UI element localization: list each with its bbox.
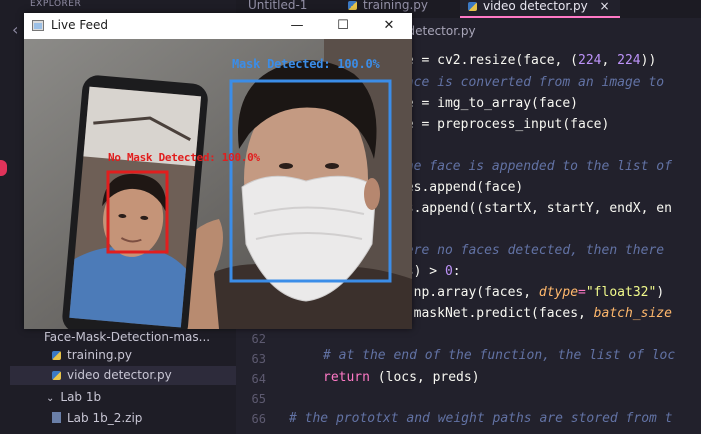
- line-number: 66: [251, 412, 266, 426]
- python-file-icon: [52, 371, 61, 380]
- collapse-icon[interactable]: ‹: [12, 20, 18, 39]
- code-line[interactable]: # at the end of the function, the list o…: [323, 348, 675, 363]
- tree-item-label: Lab 1b: [60, 390, 102, 404]
- code-line[interactable]: the face is appended to the list of: [398, 159, 672, 174]
- code-line[interactable]: ce = preprocess_input(face): [398, 117, 609, 132]
- code-line[interactable]: # the prototxt and weight paths are stor…: [289, 411, 673, 426]
- mask-detected-label: Mask Detected: 100.0%: [232, 57, 380, 71]
- code-line[interactable]: ces.append(face): [398, 180, 523, 195]
- code-line[interactable]: were no faces detected, then there: [398, 243, 664, 258]
- tree-item-label: training.py: [67, 348, 133, 362]
- chevron-down-icon: ⌄: [46, 393, 55, 404]
- python-file-icon: [468, 2, 477, 11]
- no-mask-detected-label: No Mask Detected: 100.0%: [108, 151, 260, 164]
- camera-frame: Mask Detected: 100.0% No Mask Detected: …: [24, 39, 412, 329]
- close-tab-icon[interactable]: ×: [600, 0, 610, 13]
- python-file-icon: [52, 351, 61, 360]
- tree-item-label: Lab 1b_2.zip: [67, 411, 143, 425]
- camera-image: [24, 39, 412, 329]
- line-number: 64: [251, 372, 266, 386]
- code-line[interactable]: ce = cv2.resize(face, (224, 224)): [398, 53, 656, 68]
- line-number: 65: [251, 392, 266, 406]
- tab-label: Untitled-1: [248, 0, 308, 12]
- code-line[interactable]: = np.array(faces, dtype="float32"): [398, 285, 664, 300]
- notification-marker: [0, 160, 7, 176]
- python-file-icon: [348, 1, 357, 10]
- tree-file-lab1b-zip[interactable]: Lab 1b_2.zip: [52, 411, 142, 425]
- tree-file-video-detector[interactable]: video detector.py: [10, 366, 236, 385]
- close-window-button[interactable]: ✕: [366, 13, 412, 39]
- person-ear: [364, 178, 380, 210]
- code-line[interactable]: face is converted from an image to: [398, 75, 664, 90]
- zip-file-icon: [52, 412, 61, 423]
- tree-item-label: video detector.py: [67, 368, 172, 382]
- person-eye: [279, 163, 293, 169]
- tab-video-detector[interactable]: video detector.py ×: [460, 0, 620, 18]
- tree-folder-lab1b[interactable]: ⌄ Lab 1b: [46, 390, 101, 404]
- live-feed-title: Live Feed: [51, 18, 108, 32]
- code-line[interactable]: ce = img_to_array(face): [398, 96, 578, 111]
- code-line[interactable]: cs.append((startX, startY, endX, en: [398, 201, 672, 216]
- live-feed-titlebar[interactable]: Live Feed — ☐ ✕: [24, 13, 412, 39]
- person-eye: [325, 163, 339, 169]
- line-number: 62: [251, 332, 266, 346]
- minimize-button[interactable]: —: [274, 13, 320, 39]
- line-number: 63: [251, 352, 266, 366]
- tab-label: training.py: [363, 0, 429, 12]
- code-line[interactable]: return (locs, preds): [323, 370, 480, 385]
- tab-label: video detector.py: [483, 0, 588, 13]
- tree-item-label: Face-Mask-Detection-mas...: [44, 330, 211, 344]
- tree-folder-face-mask[interactable]: Face-Mask-Detection-mas...: [44, 330, 210, 344]
- explorer-title: EXPLORER: [30, 0, 82, 9]
- code-line[interactable]: = maskNet.predict(faces, batch_size: [398, 306, 672, 321]
- maximize-button[interactable]: ☐: [320, 13, 366, 39]
- live-feed-window[interactable]: Live Feed — ☐ ✕ Mask Detected: 100.0% No…: [24, 13, 412, 329]
- tree-file-training[interactable]: training.py: [52, 348, 132, 362]
- phone: [62, 75, 208, 329]
- window-app-icon: [32, 20, 44, 31]
